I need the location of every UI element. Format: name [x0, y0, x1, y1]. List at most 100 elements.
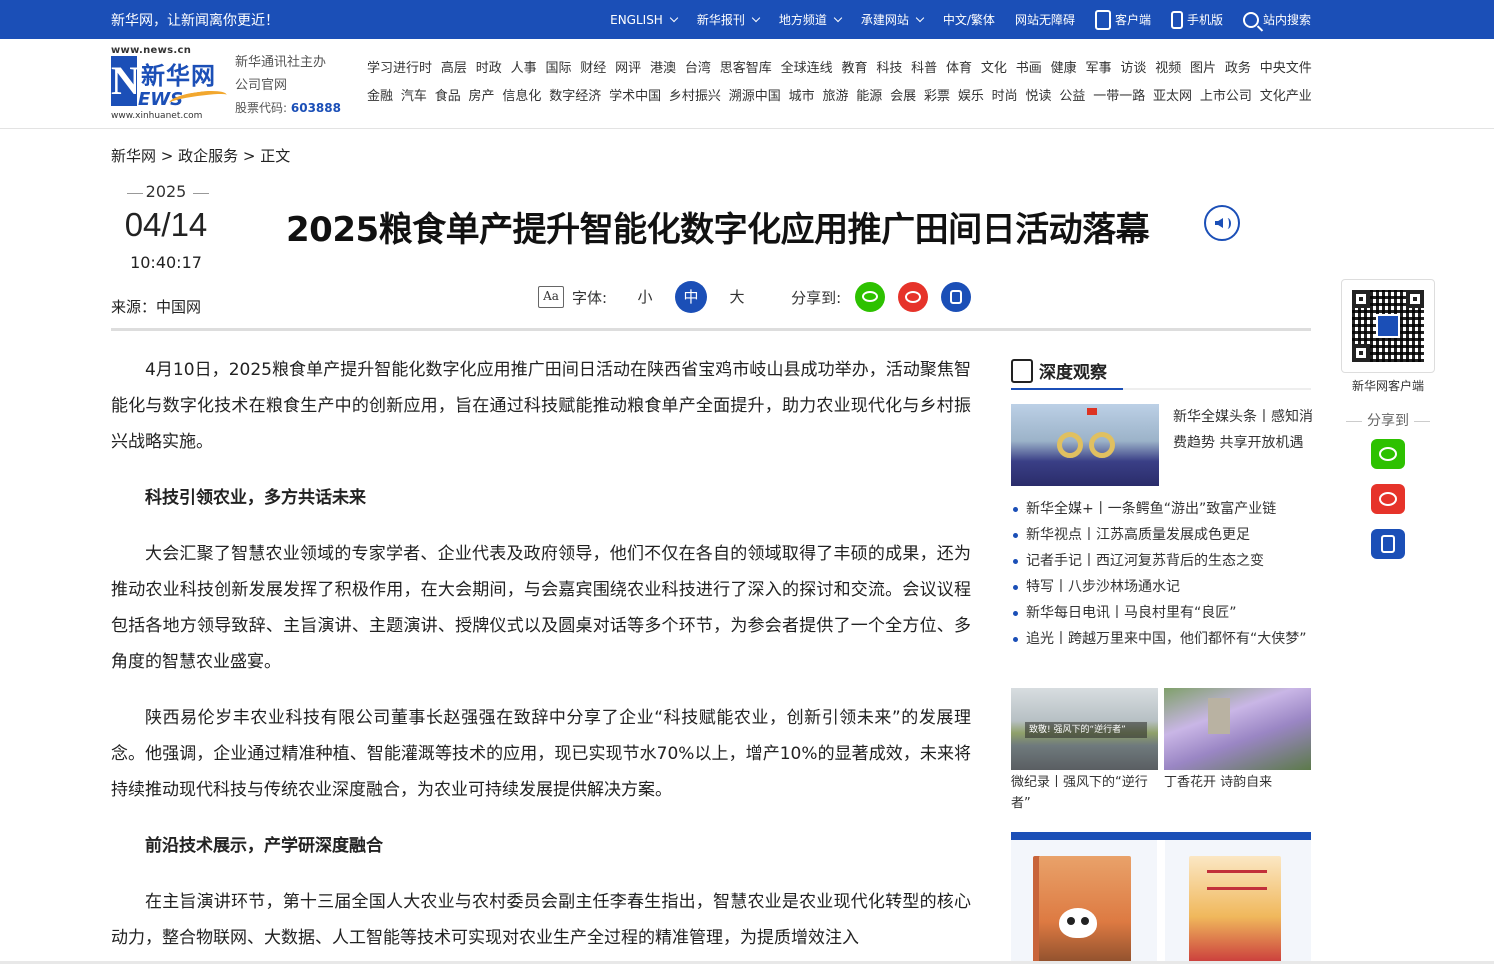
channel-link[interactable]: 食品 — [435, 85, 461, 113]
tower-shape — [1208, 698, 1230, 734]
channel-link[interactable]: 军事 — [1085, 57, 1111, 85]
breadcrumb[interactable]: 新华网 > 政企服务 > 正文 — [111, 145, 290, 166]
font-size-large[interactable]: 大 — [721, 281, 753, 313]
channel-link[interactable]: 娱乐 — [958, 85, 984, 113]
channel-link[interactable]: 文化 — [981, 57, 1007, 85]
channel-link[interactable]: 思客智库 — [720, 57, 772, 85]
channel-link[interactable]: 台湾 — [685, 57, 711, 85]
photo-stories: 致敬! 强风下的“逆行者” 微纪录丨强风下的“逆行者” 丁香花开 诗韵自来 — [1011, 688, 1311, 818]
nav-hosted-sites[interactable]: 承建网站 — [861, 11, 925, 28]
nav-site-search[interactable]: 站内搜索 — [1242, 11, 1311, 28]
channel-link[interactable]: 教育 — [841, 57, 867, 85]
org-line1: 新华通讯社主办 — [235, 55, 327, 70]
channel-link[interactable]: 悦读 — [1026, 85, 1052, 113]
float-share-wechat[interactable] — [1371, 439, 1405, 469]
nav-mobile-label: 手机版 — [1186, 13, 1223, 27]
channel-link[interactable]: 学术中国 — [609, 85, 661, 113]
share-mobile-button[interactable] — [941, 282, 972, 312]
font-size-small[interactable]: 小 — [629, 281, 661, 313]
float-share-weibo[interactable] — [1371, 484, 1405, 514]
qr-corner — [1406, 290, 1424, 308]
channel-link[interactable]: 图片 — [1190, 57, 1216, 85]
channel-link[interactable]: 房产 — [469, 85, 495, 113]
site-slogan: 新华网，让新闻离你更近！ — [111, 13, 279, 29]
channel-link[interactable]: 学习进行时 — [367, 57, 432, 85]
channel-link[interactable]: 信息化 — [502, 85, 541, 113]
channel-link[interactable]: 财经 — [580, 57, 606, 85]
nav-simplified-traditional[interactable]: 中文/繁体 — [943, 11, 995, 28]
featured-image — [1011, 404, 1159, 486]
publish-year: 2025 — [111, 182, 221, 201]
logo-url-top: www.news.cn — [111, 45, 192, 56]
book-promo[interactable] — [1011, 832, 1311, 964]
channel-link[interactable]: 时政 — [476, 57, 502, 85]
channel-link[interactable]: 国际 — [545, 57, 571, 85]
article-paragraph: 陕西易伦岁丰农业科技有限公司董事长赵强强在致辞中分享了企业“科技赋能农业，创新引… — [111, 708, 971, 800]
chevron-down-icon — [751, 13, 761, 23]
channel-link[interactable]: 全球连线 — [781, 57, 833, 85]
photo-story[interactable]: 丁香花开 诗韵自来 — [1164, 688, 1311, 793]
book-icon — [1011, 358, 1033, 383]
channel-link[interactable]: 网评 — [615, 57, 641, 85]
photo-story[interactable]: 致敬! 强风下的“逆行者” 微纪录丨强风下的“逆行者” — [1011, 688, 1158, 814]
channel-link[interactable]: 彩票 — [924, 85, 950, 113]
channel-link[interactable]: 能源 — [856, 85, 882, 113]
channel-link[interactable]: 时尚 — [992, 85, 1018, 113]
heading-underline — [1011, 388, 1123, 390]
qr-logo — [1376, 314, 1400, 338]
channel-link[interactable]: 会展 — [890, 85, 916, 113]
article-body: 4月10日，2025粮食单产提升智能化数字化应用推广田间日活动在陕西省宝鸡市岐山… — [111, 352, 971, 964]
channel-link[interactable]: 科技 — [876, 57, 902, 85]
list-item[interactable]: 新华每日电讯丨马良村里有“良匠” — [1011, 600, 1311, 626]
channel-link[interactable]: 健康 — [1051, 57, 1077, 85]
channel-link[interactable]: 数字经济 — [549, 85, 601, 113]
channel-link[interactable]: 视频 — [1155, 57, 1181, 85]
nav-client-app[interactable]: 客户端 — [1094, 9, 1151, 30]
channel-link[interactable]: 文化产业 — [1260, 85, 1312, 113]
channel-link[interactable]: 书画 — [1016, 57, 1042, 85]
app-qr-code[interactable] — [1341, 279, 1435, 373]
list-item[interactable]: 新华视点丨江苏高质量发展成色更足 — [1011, 522, 1311, 548]
channel-link[interactable]: 政务 — [1225, 57, 1251, 85]
photo-thumbnail: 致敬! 强风下的“逆行者” — [1011, 688, 1158, 770]
nav-english[interactable]: ENGLISH — [610, 13, 679, 27]
list-item[interactable]: 追光丨跨越万里来中国，他们都怀有“大侠梦” — [1011, 626, 1311, 652]
channel-link[interactable]: 城市 — [789, 85, 815, 113]
channel-link[interactable]: 中央文件 — [1260, 57, 1312, 85]
channel-link[interactable]: 乡村振兴 — [669, 85, 721, 113]
xinhua-logo[interactable]: www.news.cn N 新华网 EWS www.xinhuanet.com — [111, 45, 228, 123]
channel-link[interactable]: 金融 — [367, 85, 393, 113]
list-item[interactable]: 新华全媒+丨一条鳄鱼“游出”致富产业链 — [1011, 496, 1311, 522]
channel-link[interactable]: 人事 — [511, 57, 537, 85]
nav-xinhua-press[interactable]: 新华报刊 — [697, 11, 761, 28]
font-size-medium[interactable]: 中 — [675, 281, 708, 313]
list-item[interactable]: 特写丨八步沙林场通水记 — [1011, 574, 1311, 600]
channel-link[interactable]: 科普 — [911, 57, 937, 85]
logo-chinese: 新华网 — [141, 62, 216, 90]
share-wechat-button[interactable] — [855, 282, 886, 312]
share-label: 分享到: — [791, 288, 842, 307]
channel-link[interactable]: 体育 — [946, 57, 972, 85]
nav-accessibility[interactable]: 网站无障碍 — [1015, 11, 1075, 28]
channel-link[interactable]: 访谈 — [1120, 57, 1146, 85]
audio-play-button[interactable] — [1204, 205, 1240, 241]
nav-mobile[interactable]: 手机版 — [1170, 10, 1223, 29]
channel-link[interactable]: 亚太网 — [1153, 85, 1192, 113]
share-weibo-button[interactable] — [898, 282, 929, 312]
channel-link[interactable]: 溯源中国 — [729, 85, 781, 113]
list-item[interactable]: 记者手记丨西辽河复苏背后的生态之变 — [1011, 548, 1311, 574]
channel-link[interactable]: 上市公司 — [1200, 85, 1252, 113]
nav-local-channels[interactable]: 地方频道 — [779, 11, 843, 28]
channel-link[interactable]: 旅游 — [822, 85, 848, 113]
channel-link[interactable]: 港澳 — [650, 57, 676, 85]
stock-code[interactable]: 603888 — [291, 101, 341, 115]
qr-corner — [1352, 344, 1370, 362]
search-icon — [1242, 11, 1259, 28]
channel-link[interactable]: 公益 — [1059, 85, 1085, 113]
channel-link[interactable]: 汽车 — [401, 85, 427, 113]
nav-simplified-traditional-label: 中文/繁体 — [942, 13, 995, 27]
featured-story[interactable]: 新华全媒头条丨感知消费趋势 共享开放机遇 — [1011, 404, 1313, 488]
channel-link[interactable]: 高层 — [441, 57, 467, 85]
channel-link[interactable]: 一带一路 — [1093, 85, 1145, 113]
float-share-mobile[interactable] — [1371, 529, 1405, 559]
